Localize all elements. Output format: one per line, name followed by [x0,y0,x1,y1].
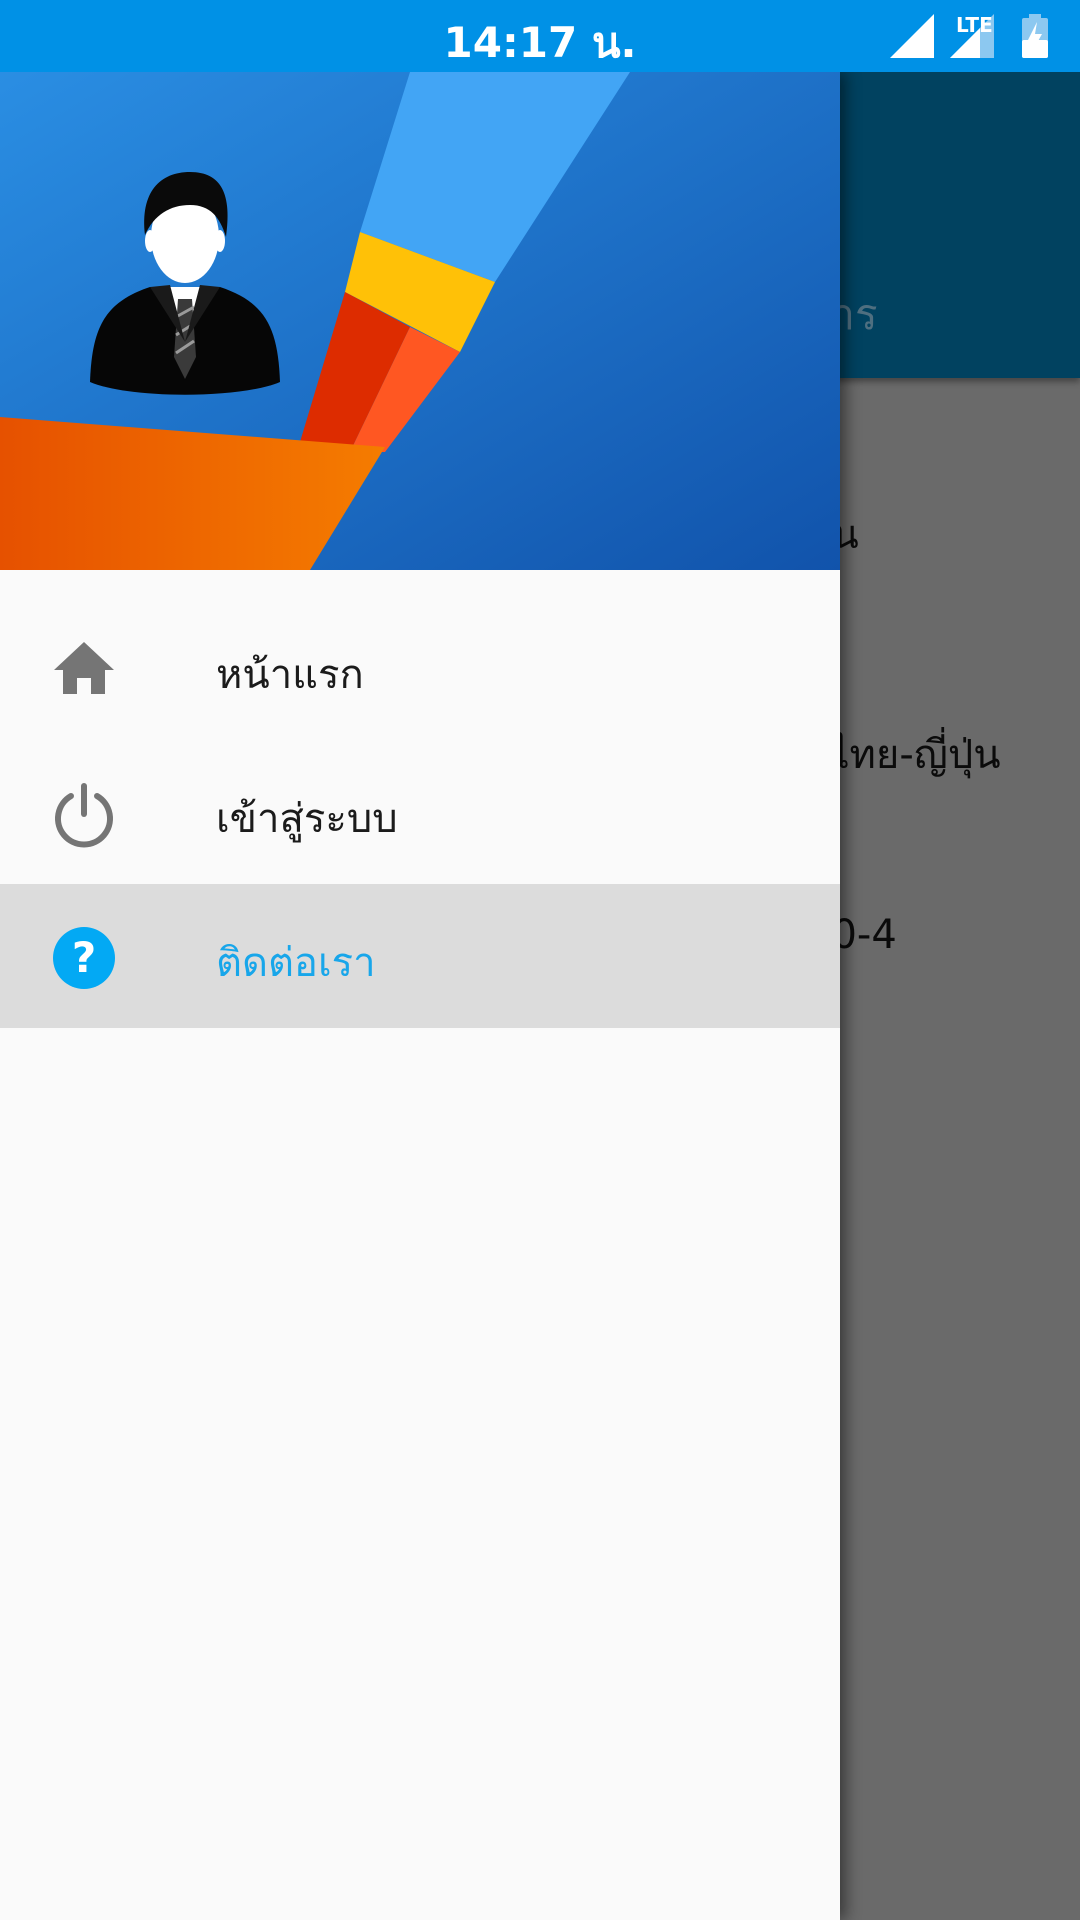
svg-text:?: ? [72,933,96,982]
menu-item-home[interactable]: หน้าแรก [0,596,840,740]
menu-item-label: เข้าสู่ระบบ [216,796,398,842]
menu-item-label: หน้าแรก [216,652,364,698]
help-icon: ? [53,927,115,989]
navigation-drawer: หน้าแรก เข้าสู่ระบบ ? ติดต่อเรา [0,72,840,1920]
battery-charging-icon [1022,14,1048,58]
menu-item-login[interactable]: เข้าสู่ระบบ [0,740,840,884]
lte-label: LTE [956,13,993,37]
signal-icon [890,14,934,58]
drawer-menu: หน้าแรก เข้าสู่ระบบ ? ติดต่อเรา [0,596,840,1028]
power-icon [55,783,113,848]
menu-item-contact[interactable]: ? ติดต่อเรา [0,884,840,1028]
home-icon [54,642,114,694]
businessman-avatar-icon [90,172,280,395]
drawer-header [0,72,840,570]
lte-signal-icon: LTE [950,13,994,58]
menu-item-label: ติดต่อเรา [216,940,376,986]
status-icons: LTE [890,12,1050,60]
status-bar: 14:17 น. LTE [0,0,1080,72]
